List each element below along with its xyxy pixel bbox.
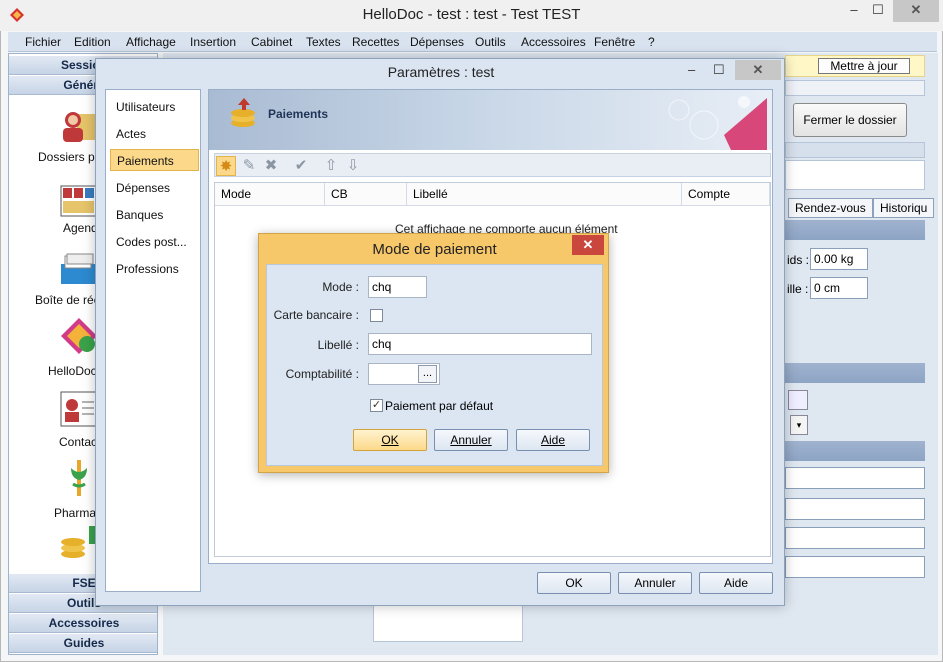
sidebar-item-boite[interactable]: Boîte de réc bbox=[35, 293, 100, 307]
mode-ok-button[interactable]: OK bbox=[353, 429, 427, 451]
menu-fichier[interactable]: Fichier bbox=[25, 35, 61, 49]
column-compte[interactable]: Compte bbox=[682, 183, 770, 206]
update-button[interactable]: Mettre à jour bbox=[818, 58, 910, 74]
tab-rendez-vous[interactable]: Rendez-vous bbox=[788, 198, 873, 218]
mode-paiement-dialog: Mode de paiement ✕ Mode : chq Carte banc… bbox=[258, 233, 609, 473]
menu-recettes[interactable]: Recettes bbox=[352, 35, 399, 49]
panel-header bbox=[785, 80, 925, 96]
contacts-icon[interactable] bbox=[59, 390, 99, 430]
payments-coins-icon bbox=[231, 98, 255, 127]
card-checkbox[interactable] bbox=[370, 309, 383, 322]
info-panel bbox=[785, 160, 925, 190]
menu-cabinet[interactable]: Cabinet bbox=[251, 35, 292, 49]
nav-codes-postaux[interactable]: Codes post... bbox=[110, 231, 199, 253]
sidebar-section-accessoires[interactable]: Accessoires bbox=[9, 614, 157, 633]
section-title: Paiements bbox=[268, 107, 329, 121]
parametres-title: Paramètres : test bbox=[387, 64, 495, 80]
default-label: Paiement par défaut bbox=[385, 399, 494, 413]
validate-icon[interactable]: ✔ bbox=[291, 156, 311, 176]
close-file-button[interactable]: Fermer le dossier bbox=[793, 103, 907, 137]
parametres-cancel-button[interactable]: Annuler bbox=[618, 572, 692, 594]
nav-professions[interactable]: Professions bbox=[110, 258, 199, 280]
dialog-minimize-button[interactable]: – bbox=[688, 62, 695, 77]
section-band bbox=[785, 441, 925, 461]
edit-icon[interactable]: ✎ bbox=[239, 156, 259, 176]
nav-utilisateurs[interactable]: Utilisateurs bbox=[110, 96, 199, 118]
patient-folders-icon[interactable] bbox=[59, 106, 99, 146]
background-field[interactable] bbox=[785, 527, 925, 549]
new-icon[interactable]: ✸ bbox=[216, 156, 236, 176]
menu-edition[interactable]: Edition bbox=[74, 35, 111, 49]
background-field[interactable] bbox=[785, 556, 925, 578]
panel-pin-bar bbox=[785, 142, 925, 158]
mode-help-button[interactable]: Aide bbox=[516, 429, 590, 451]
nav-banques[interactable]: Banques bbox=[110, 204, 199, 226]
window-title: HelloDoc - test : test - Test TEST bbox=[362, 6, 581, 23]
move-up-icon[interactable]: ⇧ bbox=[321, 156, 341, 176]
nav-paiements[interactable]: Paiements bbox=[110, 149, 199, 171]
parametres-nav: Utilisateurs Actes Paiements Dépenses Ba… bbox=[105, 89, 201, 592]
column-libelle[interactable]: Libellé bbox=[407, 183, 682, 206]
parametres-ok-button[interactable]: OK bbox=[537, 572, 611, 594]
banner-decoration-icon bbox=[668, 96, 767, 150]
sidebar-item-hellodoc[interactable]: HelloDoc bbox=[48, 364, 97, 378]
column-mode[interactable]: Mode bbox=[215, 183, 325, 206]
tab-historique[interactable]: Historiqu bbox=[873, 198, 935, 218]
mode-paiement-body: Mode : chq Carte bancaire : Libellé : ch… bbox=[266, 264, 603, 466]
coins-icon[interactable] bbox=[59, 524, 99, 564]
card-label: Carte bancaire : bbox=[273, 308, 359, 322]
close-button[interactable]: ✕ bbox=[893, 0, 939, 22]
sidebar-item-contacts[interactable]: Contac bbox=[59, 435, 97, 449]
nav-actes[interactable]: Actes bbox=[110, 123, 199, 145]
dialog-maximize-button[interactable]: ☐ bbox=[713, 62, 725, 78]
menu-depenses[interactable]: Dépenses bbox=[410, 35, 464, 49]
menu-bar: Fichier Edition Affichage Insertion Cabi… bbox=[8, 32, 937, 52]
sidebar-item-agenda[interactable]: Agend bbox=[63, 221, 98, 235]
paiements-toolbar: ✸ ✎ ✖ ✔ ⇧ ⇩ bbox=[214, 153, 771, 177]
nav-depenses[interactable]: Dépenses bbox=[110, 177, 199, 199]
calendar-icon[interactable] bbox=[59, 182, 99, 222]
menu-outils[interactable]: Outils bbox=[475, 35, 506, 49]
menu-textes[interactable]: Textes bbox=[306, 35, 341, 49]
compta-label: Comptabilité : bbox=[285, 367, 359, 381]
mode-cancel-button[interactable]: Annuler bbox=[434, 429, 508, 451]
background-field[interactable] bbox=[785, 498, 925, 520]
sidebar-item-dossiers[interactable]: Dossiers pa bbox=[38, 150, 101, 164]
libelle-label: Libellé : bbox=[317, 338, 359, 352]
mode-input[interactable]: chq bbox=[368, 276, 427, 298]
section-band bbox=[785, 220, 925, 240]
compta-browse-button[interactable]: ... bbox=[418, 365, 437, 383]
doctor-icon[interactable] bbox=[788, 390, 808, 410]
background-field[interactable] bbox=[785, 467, 925, 489]
taille-label: ille : bbox=[787, 282, 809, 296]
column-cb[interactable]: CB bbox=[325, 183, 407, 206]
menu-fenetre[interactable]: Fenêtre bbox=[594, 35, 635, 49]
dialog-close-button[interactable]: ✕ bbox=[735, 60, 781, 80]
background-panel bbox=[373, 600, 523, 642]
dropdown-icon[interactable]: ▾ bbox=[790, 415, 808, 435]
taille-field[interactable]: 0 cm bbox=[810, 277, 868, 299]
delete-icon[interactable]: ✖ bbox=[261, 156, 281, 176]
menu-affichage[interactable]: Affichage bbox=[126, 35, 176, 49]
sidebar-section-guides[interactable]: Guides bbox=[9, 634, 157, 653]
section-band bbox=[785, 363, 925, 383]
poids-label: ids : bbox=[787, 253, 810, 267]
maximize-button[interactable]: ☐ bbox=[864, 0, 892, 22]
poids-field[interactable]: 0.00 kg bbox=[810, 248, 868, 270]
libelle-input[interactable]: chq bbox=[368, 333, 592, 355]
parametres-help-button[interactable]: Aide bbox=[699, 572, 773, 594]
menu-accessoires[interactable]: Accessoires bbox=[521, 35, 586, 49]
pharmacy-icon[interactable] bbox=[59, 458, 99, 498]
hellodoc-icon[interactable] bbox=[59, 316, 99, 356]
menu-insertion[interactable]: Insertion bbox=[190, 35, 236, 49]
menu-help[interactable]: ? bbox=[648, 35, 655, 49]
move-down-icon[interactable]: ⇩ bbox=[343, 156, 363, 176]
mode-paiement-title: Mode de paiement bbox=[372, 241, 497, 258]
mode-close-button[interactable]: ✕ bbox=[572, 235, 604, 255]
mode-label: Mode : bbox=[322, 280, 359, 294]
title-bar: HelloDoc - test : test - Test TEST – ☐ ✕ bbox=[0, 0, 943, 31]
inbox-icon[interactable] bbox=[59, 250, 99, 290]
default-checkbox[interactable]: ✓ bbox=[370, 399, 383, 412]
